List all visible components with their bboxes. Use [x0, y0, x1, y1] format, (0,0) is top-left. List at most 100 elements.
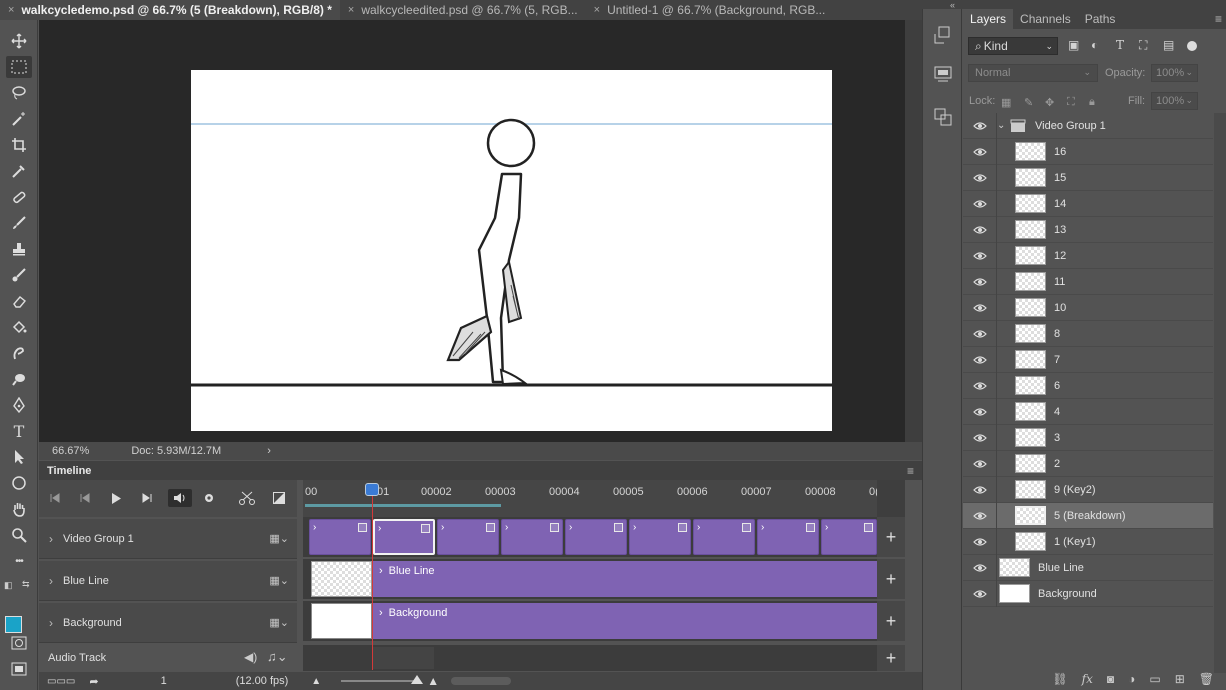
document-tab-untitled[interactable]: × Untitled-1 @ 66.7% (Background, RGB...: [586, 0, 834, 20]
layer-row[interactable]: 16: [963, 139, 1213, 165]
visibility-eye-icon[interactable]: [973, 119, 987, 133]
visibility-eye-icon[interactable]: [973, 353, 987, 367]
split-at-playhead-icon[interactable]: [237, 489, 257, 507]
chevron-down-icon[interactable]: ⌄: [997, 120, 1005, 131]
chevron-right-icon[interactable]: ›: [39, 616, 63, 630]
opacity-field[interactable]: 100% ⌄: [1151, 64, 1198, 82]
tab-paths[interactable]: Paths: [1078, 9, 1123, 29]
crop-icon[interactable]: [6, 134, 32, 156]
eyedropper-icon[interactable]: [6, 160, 32, 182]
filter-smart-object-icon[interactable]: ▤: [1163, 38, 1174, 52]
frame-clip-selected[interactable]: ›: [373, 519, 435, 555]
layer-row[interactable]: 13: [963, 217, 1213, 243]
layer-row[interactable]: 4: [963, 399, 1213, 425]
lock-artboard-icon[interactable]: ⛶: [1067, 96, 1075, 109]
visibility-eye-icon[interactable]: [973, 509, 987, 523]
document-tab-walkcycleedited[interactable]: × walkcycleedited.psd @ 66.7% (5, RGB...: [340, 0, 586, 20]
playback-settings-icon[interactable]: [199, 489, 219, 507]
visibility-eye-icon[interactable]: [973, 483, 987, 497]
visibility-eye-icon[interactable]: [973, 535, 987, 549]
zoom-slider[interactable]: [341, 675, 424, 684]
add-media-button[interactable]: +: [877, 517, 905, 557]
dodge-icon[interactable]: [6, 368, 32, 390]
layer-row-blue-line[interactable]: Blue Line: [963, 555, 1213, 581]
frame-clip[interactable]: ›: [565, 519, 627, 555]
close-icon[interactable]: ×: [594, 4, 600, 16]
collapse-icon[interactable]: «: [950, 0, 955, 10]
track-background[interactable]: › Background ▦⌄: [39, 603, 297, 643]
zoom-icon[interactable]: [6, 524, 32, 546]
filter-toggle-icon[interactable]: [1187, 41, 1197, 51]
panel-menu-icon[interactable]: ≡: [1215, 12, 1226, 29]
next-frame-icon[interactable]: [137, 489, 157, 507]
screen-mode-icon[interactable]: [6, 658, 32, 680]
visibility-eye-icon[interactable]: [973, 431, 987, 445]
chevron-right-icon[interactable]: ›: [39, 574, 63, 588]
brush-icon[interactable]: [6, 212, 32, 234]
type-icon[interactable]: T: [6, 420, 32, 442]
lock-position-icon[interactable]: ✥: [1045, 96, 1054, 109]
render-video-icon[interactable]: ➦: [89, 675, 98, 688]
history-panel-icon[interactable]: [933, 25, 953, 45]
swap-colors-icon[interactable]: ⇆: [22, 579, 30, 590]
film-strip-icon[interactable]: ▦⌄: [269, 574, 289, 587]
visibility-eye-icon[interactable]: [973, 561, 987, 575]
layer-row-background[interactable]: Background: [963, 581, 1213, 607]
frame-clip[interactable]: ›: [821, 519, 877, 555]
layer-row-selected[interactable]: 5 (Breakdown): [963, 503, 1213, 529]
layer-row[interactable]: 15: [963, 165, 1213, 191]
visibility-eye-icon[interactable]: [973, 171, 987, 185]
frame-clip[interactable]: ›: [437, 519, 499, 555]
folder-icon[interactable]: ▭: [1149, 672, 1160, 686]
layer-row[interactable]: 10: [963, 295, 1213, 321]
add-audio-button[interactable]: +: [877, 645, 905, 671]
layer-group-row[interactable]: ⌄ Video Group 1: [963, 113, 1213, 139]
filter-kind-select[interactable]: ⌕ Kind ⌄: [968, 37, 1058, 55]
adjustment-icon[interactable]: ◑: [1128, 672, 1135, 686]
panel-menu-icon[interactable]: ≡: [907, 464, 914, 478]
layer-row[interactable]: 2: [963, 451, 1213, 477]
layer-row[interactable]: 1 (Key1): [963, 529, 1213, 555]
layer-row[interactable]: 3: [963, 425, 1213, 451]
layer-row[interactable]: 8: [963, 321, 1213, 347]
lasso-icon[interactable]: [6, 82, 32, 104]
play-icon[interactable]: [106, 489, 126, 507]
zoom-level[interactable]: 66.67%: [52, 445, 89, 457]
frame-clip[interactable]: ›: [501, 519, 563, 555]
path-select-icon[interactable]: [6, 446, 32, 468]
smudge-icon[interactable]: [6, 342, 32, 364]
link-icon[interactable]: ⛓: [1052, 672, 1067, 686]
mute-audio-track-icon[interactable]: ◀): [244, 650, 257, 664]
tab-channels[interactable]: Channels: [1013, 9, 1078, 29]
track-blue-line[interactable]: › Blue Line ▦⌄: [39, 561, 297, 601]
playhead-handle[interactable]: [365, 483, 379, 496]
visibility-eye-icon[interactable]: [973, 145, 987, 159]
layer-row[interactable]: 12: [963, 243, 1213, 269]
layer-row[interactable]: 14: [963, 191, 1213, 217]
visibility-eye-icon[interactable]: [973, 197, 987, 211]
filter-adjustment-icon[interactable]: ◐: [1091, 38, 1098, 52]
film-strip-icon[interactable]: ▦⌄: [269, 532, 289, 545]
clip-blue-line[interactable]: › Blue Line: [373, 561, 877, 597]
magic-wand-icon[interactable]: [6, 108, 32, 130]
add-media-button[interactable]: +: [877, 559, 905, 599]
layer-row[interactable]: 7: [963, 347, 1213, 373]
status-menu-arrow-icon[interactable]: ›: [267, 445, 271, 457]
clip-background[interactable]: › Background: [373, 603, 877, 639]
healing-brush-icon[interactable]: [6, 186, 32, 208]
timeline-ruler[interactable]: 00 01 00002 00003 00004 00005 00006 0000…: [303, 480, 877, 517]
visibility-eye-icon[interactable]: [973, 275, 987, 289]
visibility-eye-icon[interactable]: [973, 587, 987, 601]
filter-type-icon[interactable]: T: [1116, 38, 1124, 52]
new-layer-icon[interactable]: ⊞: [1175, 672, 1185, 686]
visibility-eye-icon[interactable]: [973, 249, 987, 263]
paint-bucket-icon[interactable]: [6, 316, 32, 338]
track-area-video-group-1[interactable]: › › › › › › › › ›: [303, 517, 877, 557]
go-to-first-frame-icon[interactable]: [45, 489, 65, 507]
pen-icon[interactable]: [6, 394, 32, 416]
visibility-eye-icon[interactable]: [973, 405, 987, 419]
frame-clip[interactable]: ›: [757, 519, 819, 555]
frame-animation-icon[interactable]: ▭▭▭: [47, 676, 75, 687]
mask-icon[interactable]: ◙: [1107, 672, 1114, 686]
filter-shape-icon[interactable]: ⛶: [1139, 38, 1147, 53]
